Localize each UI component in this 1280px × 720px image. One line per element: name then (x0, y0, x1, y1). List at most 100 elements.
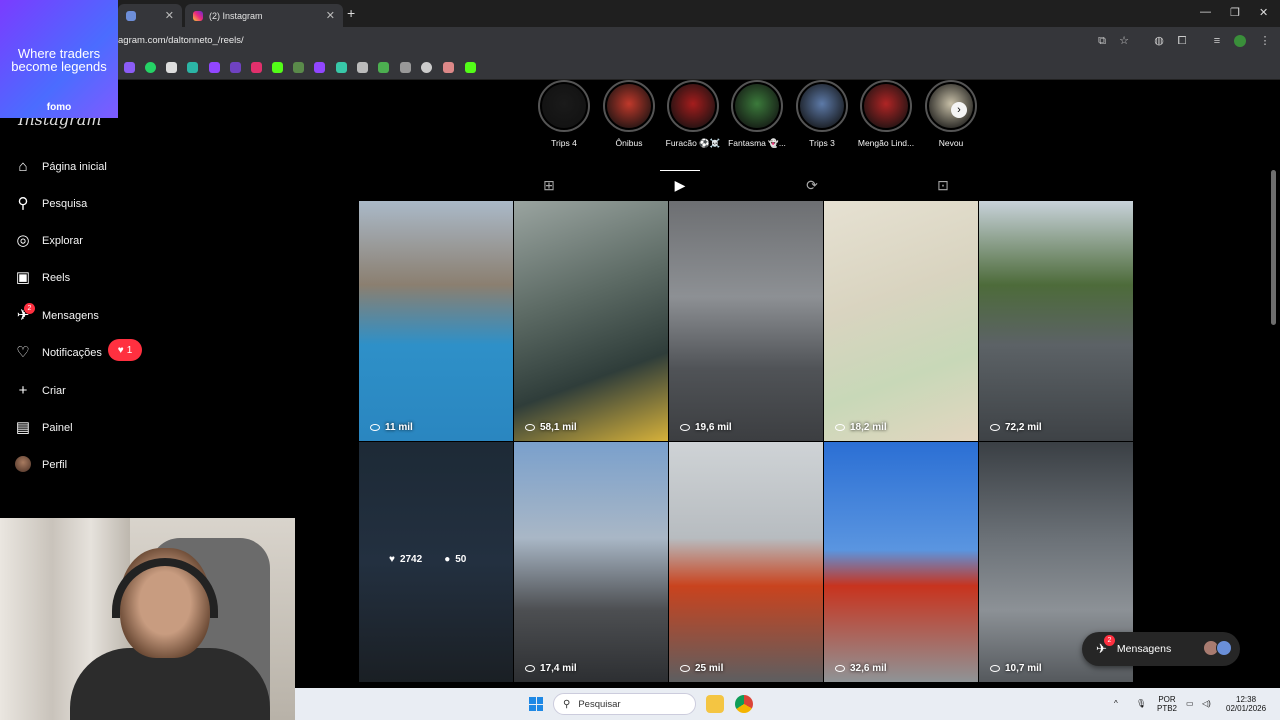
install-app-icon[interactable]: ⧉ (1096, 35, 1108, 47)
webcam-overlay (0, 518, 295, 720)
reel-view-count: 58,1 mil (525, 422, 577, 433)
close-tab-icon[interactable]: ✕ (326, 9, 335, 22)
sidebar-item-label: Painel (42, 422, 73, 434)
eye-icon (525, 665, 535, 672)
sidebar-item-explore[interactable]: ◎ Explorar (14, 230, 144, 252)
bookmark-icon[interactable] (378, 62, 389, 73)
sidebar-item-profile[interactable]: Perfil (14, 454, 144, 476)
tab-tagged[interactable]: ⊡ (923, 170, 963, 200)
tagged-icon: ⊡ (937, 176, 949, 193)
reel-thumbnail[interactable]: 58,1 mil (514, 201, 668, 441)
bookmark-star-icon[interactable]: ☆ (1118, 35, 1130, 47)
reel-thumbnail[interactable]: 72,2 mil (979, 201, 1133, 441)
story-highlight[interactable]: Mengão Lind... (853, 80, 919, 148)
windows-start-icon[interactable] (529, 697, 543, 711)
menu-kebab-icon[interactable]: ⋮ (1259, 35, 1271, 47)
reel-view-count: 17,4 mil (525, 663, 577, 674)
close-tab-icon[interactable]: ✕ (165, 9, 174, 22)
reel-thumbnail[interactable]: 25 mil (669, 442, 823, 682)
lang-label: POR (1158, 695, 1176, 704)
browser-tab-1[interactable]: ✕ (118, 4, 182, 27)
bookmark-icon[interactable] (443, 62, 454, 73)
reel-thumbnail[interactable]: 19,6 mil (669, 201, 823, 441)
reel-view-count: 32,6 mil (835, 663, 887, 674)
kick-bookmark-icon[interactable] (272, 62, 283, 73)
bookmark-icon[interactable] (230, 62, 241, 73)
reel-thumbnail[interactable]: 32,6 mil (824, 442, 978, 682)
sidebar-item-search[interactable]: ⚲ Pesquisa (14, 193, 144, 215)
views-text: 18,2 mil (850, 422, 887, 433)
avatar-wrap (14, 456, 32, 474)
whatsapp-bookmark-icon[interactable] (145, 62, 156, 73)
address-bar: agram.com/daltonneto_/reels/ ⧉ ☆ ◍ ⧠ ≡ ⋮ (0, 27, 1280, 56)
sidebar-item-label: Explorar (42, 235, 83, 247)
views-text: 58,1 mil (540, 422, 577, 433)
page-scrollbar[interactable] (1271, 170, 1276, 325)
bookmark-icon[interactable] (336, 62, 347, 73)
twitch-bookmark-icon[interactable] (209, 62, 220, 73)
tab-title: (2) Instagram (209, 10, 263, 21)
extension-icon[interactable]: ◍ (1153, 35, 1165, 47)
extensions-puzzle-icon[interactable]: ⧠ (1176, 35, 1188, 47)
views-text: 10,7 mil (1005, 663, 1042, 674)
bookmark-icon[interactable] (187, 62, 198, 73)
reel-thumbnail[interactable]: 17,4 mil (514, 442, 668, 682)
story-highlight[interactable]: Nevou (918, 80, 984, 148)
new-tab-icon[interactable]: + (347, 5, 355, 21)
bookmark-icon[interactable] (124, 62, 135, 73)
volume-icon[interactable]: ◁) (1202, 699, 1211, 708)
clock[interactable]: 12:38 02/01/2026 (1226, 695, 1266, 713)
tray-chevron-icon[interactable]: ^ (1114, 699, 1118, 708)
bookmark-icon[interactable] (293, 62, 304, 73)
bookmark-icon[interactable] (166, 62, 177, 73)
story-highlight[interactable]: Trips 3 (789, 80, 855, 148)
sidebar-item-messages[interactable]: ✈ 2 Mensagens (14, 303, 144, 327)
chrome-icon[interactable] (735, 695, 753, 713)
reel-thumbnail[interactable]: 18,2 mil (824, 201, 978, 441)
notification-pill[interactable]: ♥ 1 (108, 339, 142, 361)
tab-reposts[interactable]: ⟳ (792, 170, 832, 200)
microphone-icon[interactable]: 🎙 (1136, 699, 1146, 708)
story-highlight[interactable]: Ônibus (596, 80, 662, 148)
keyboard-language[interactable]: POR PTB2 (1157, 695, 1177, 713)
plus-icon: + (18, 382, 28, 399)
eye-icon (525, 424, 535, 431)
bookmark-icon[interactable] (400, 62, 411, 73)
file-explorer-icon[interactable] (706, 695, 724, 713)
heart-icon: ♥ (389, 554, 395, 565)
story-ring (667, 80, 719, 132)
messages-floating-button[interactable]: ✈ 2 Mensagens (1082, 632, 1240, 666)
bookmark-icon[interactable] (357, 62, 368, 73)
story-label: Fantasma 👻... (728, 138, 786, 148)
tab-reels[interactable]: ▶ (660, 170, 700, 200)
taskbar-search[interactable]: ⚲ Pesquisar (553, 693, 696, 715)
profile-avatar[interactable] (1234, 35, 1246, 47)
url-field[interactable]: agram.com/daltonneto_/reels/ (118, 35, 244, 46)
close-window-icon[interactable]: ✕ (1259, 6, 1268, 19)
story-label: Mengão Lind... (857, 138, 915, 148)
chevron-right-icon[interactable]: › (951, 102, 967, 118)
sidebar-item-home[interactable]: ⌂ Página inicial (14, 156, 144, 178)
reel-view-count: 19,6 mil (680, 422, 732, 433)
story-highlight[interactable]: Furacão ⚽️☠️ (660, 80, 726, 149)
network-icon[interactable]: ▭ (1186, 699, 1194, 708)
media-control-icon[interactable]: ≡ (1211, 35, 1223, 47)
story-thumbnail (607, 84, 651, 128)
sidebar-item-label: Página inicial (42, 161, 107, 173)
minimize-icon[interactable]: — (1200, 6, 1211, 18)
story-highlight[interactable]: Fantasma 👻... (724, 80, 790, 149)
tab-posts[interactable]: ⊞ (529, 170, 569, 200)
browser-tab-instagram[interactable]: (2) Instagram ✕ (185, 4, 343, 27)
story-highlight[interactable]: Trips 4 (531, 80, 597, 148)
bookmark-icon[interactable] (421, 62, 432, 73)
instagram-bookmark-icon[interactable] (251, 62, 262, 73)
sidebar-item-create[interactable]: + Criar (14, 380, 144, 402)
twitch-bookmark-icon[interactable] (314, 62, 325, 73)
restore-icon[interactable]: ❐ (1230, 6, 1240, 19)
reel-thumbnail[interactable]: ♥ 2742 ● 50 (359, 442, 513, 682)
sidebar-item-dashboard[interactable]: ▤ Painel (14, 417, 144, 439)
kick-bookmark-icon[interactable] (465, 62, 476, 73)
sidebar-item-reels[interactable]: ▣ Reels (14, 267, 144, 289)
reel-thumbnail[interactable]: 11 mil (359, 201, 513, 441)
avatar (1216, 640, 1232, 656)
